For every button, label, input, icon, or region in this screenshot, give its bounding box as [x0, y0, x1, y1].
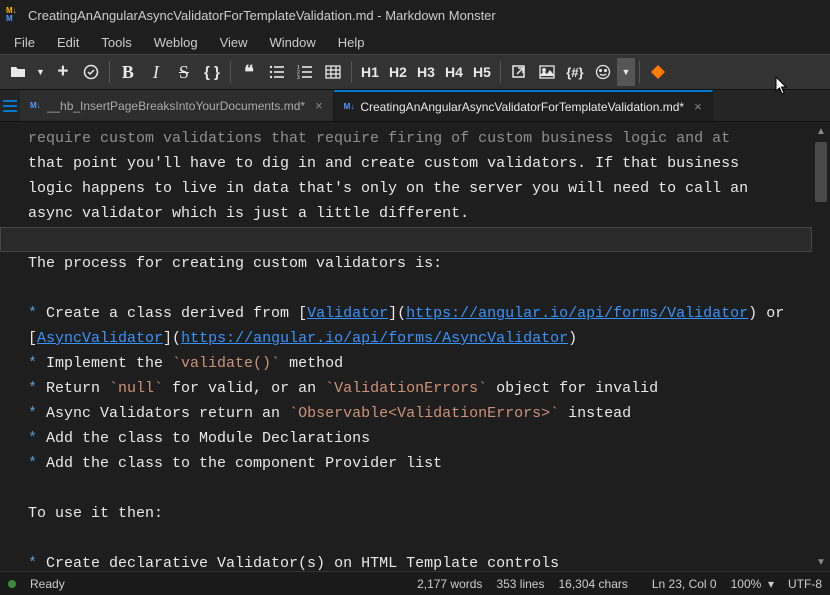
open-button[interactable] [4, 58, 32, 86]
h2-button[interactable]: H2 [384, 58, 412, 86]
table-button[interactable] [319, 58, 347, 86]
tab-label: CreatingAnAngularAsyncValidatorForTempla… [360, 100, 684, 114]
close-icon[interactable]: × [694, 99, 702, 114]
tab-active[interactable]: M↓ CreatingAnAngularAsyncValidatorForTem… [334, 90, 713, 121]
hash-button[interactable]: {#} [561, 58, 589, 86]
status-indicator-icon [8, 580, 16, 588]
quote-button[interactable]: ❝ [235, 58, 263, 86]
h4-button[interactable]: H4 [440, 58, 468, 86]
markdown-file-icon: M↓ [344, 102, 355, 111]
menu-tools[interactable]: Tools [91, 33, 141, 52]
image-button[interactable] [533, 58, 561, 86]
link-button[interactable] [505, 58, 533, 86]
separator [109, 61, 110, 83]
new-button[interactable]: + [49, 58, 77, 86]
bold-button[interactable]: B [114, 58, 142, 86]
tab-inactive[interactable]: M↓ __hb_InsertPageBreaksIntoYourDocument… [20, 90, 334, 121]
menu-edit[interactable]: Edit [47, 33, 89, 52]
italic-button[interactable]: I [142, 58, 170, 86]
numbered-list-button[interactable]: 123 [291, 58, 319, 86]
emoji-button[interactable] [589, 58, 617, 86]
window-title: CreatingAnAngularAsyncValidatorForTempla… [28, 8, 496, 23]
h3-button[interactable]: H3 [412, 58, 440, 86]
menu-weblog[interactable]: Weblog [144, 33, 208, 52]
separator [351, 61, 352, 83]
app-logo: M↓M [6, 7, 22, 23]
h5-button[interactable]: H5 [468, 58, 496, 86]
toolbar: ▼ + B I S { } ❝ 123 H1 H2 H3 H4 H5 {#} ▼ [0, 54, 830, 90]
separator [639, 61, 640, 83]
h1-button[interactable]: H1 [356, 58, 384, 86]
markdown-file-icon: M↓ [30, 101, 41, 110]
open-dropdown[interactable]: ▼ [32, 58, 49, 86]
preview-toggle-button[interactable] [644, 58, 672, 86]
scroll-up-icon[interactable]: ▲ [812, 122, 830, 140]
tab-row: M↓ __hb_InsertPageBreaksIntoYourDocument… [0, 90, 830, 122]
status-lines: 353 lines [496, 577, 544, 591]
menu-window[interactable]: Window [260, 33, 326, 52]
status-ready: Ready [30, 577, 65, 591]
status-words: 2,177 words [417, 577, 482, 591]
vertical-scrollbar[interactable]: ▲ ▼ [812, 122, 830, 571]
separator [500, 61, 501, 83]
menubar: File Edit Tools Weblog View Window Help [0, 30, 830, 54]
menu-view[interactable]: View [210, 33, 258, 52]
save-button[interactable] [77, 58, 105, 86]
separator [230, 61, 231, 83]
editor-wrap: require custom validations that require … [0, 122, 830, 571]
svg-text:3: 3 [297, 75, 300, 80]
scroll-down-icon[interactable]: ▼ [812, 553, 830, 571]
sidebar-toggle[interactable] [0, 90, 20, 121]
status-zoom[interactable]: 100% ▾ [731, 577, 774, 591]
menu-file[interactable]: File [4, 33, 45, 52]
bullet-list-button[interactable] [263, 58, 291, 86]
tab-label: __hb_InsertPageBreaksIntoYourDocuments.m… [47, 99, 305, 113]
status-chars: 16,304 chars [558, 577, 627, 591]
close-icon[interactable]: × [315, 98, 323, 113]
status-position: Ln 23, Col 0 [652, 577, 717, 591]
code-block-button[interactable]: { } [198, 58, 226, 86]
toolbar-more-dropdown[interactable]: ▼ [617, 58, 635, 86]
menu-help[interactable]: Help [328, 33, 375, 52]
statusbar: Ready 2,177 words 353 lines 16,304 chars… [0, 571, 830, 595]
titlebar: M↓M CreatingAnAngularAsyncValidatorForTe… [0, 0, 830, 30]
strikethrough-button[interactable]: S [170, 58, 198, 86]
editor[interactable]: require custom validations that require … [0, 122, 812, 571]
scrollbar-thumb[interactable] [815, 142, 827, 202]
status-encoding[interactable]: UTF-8 [788, 577, 822, 591]
